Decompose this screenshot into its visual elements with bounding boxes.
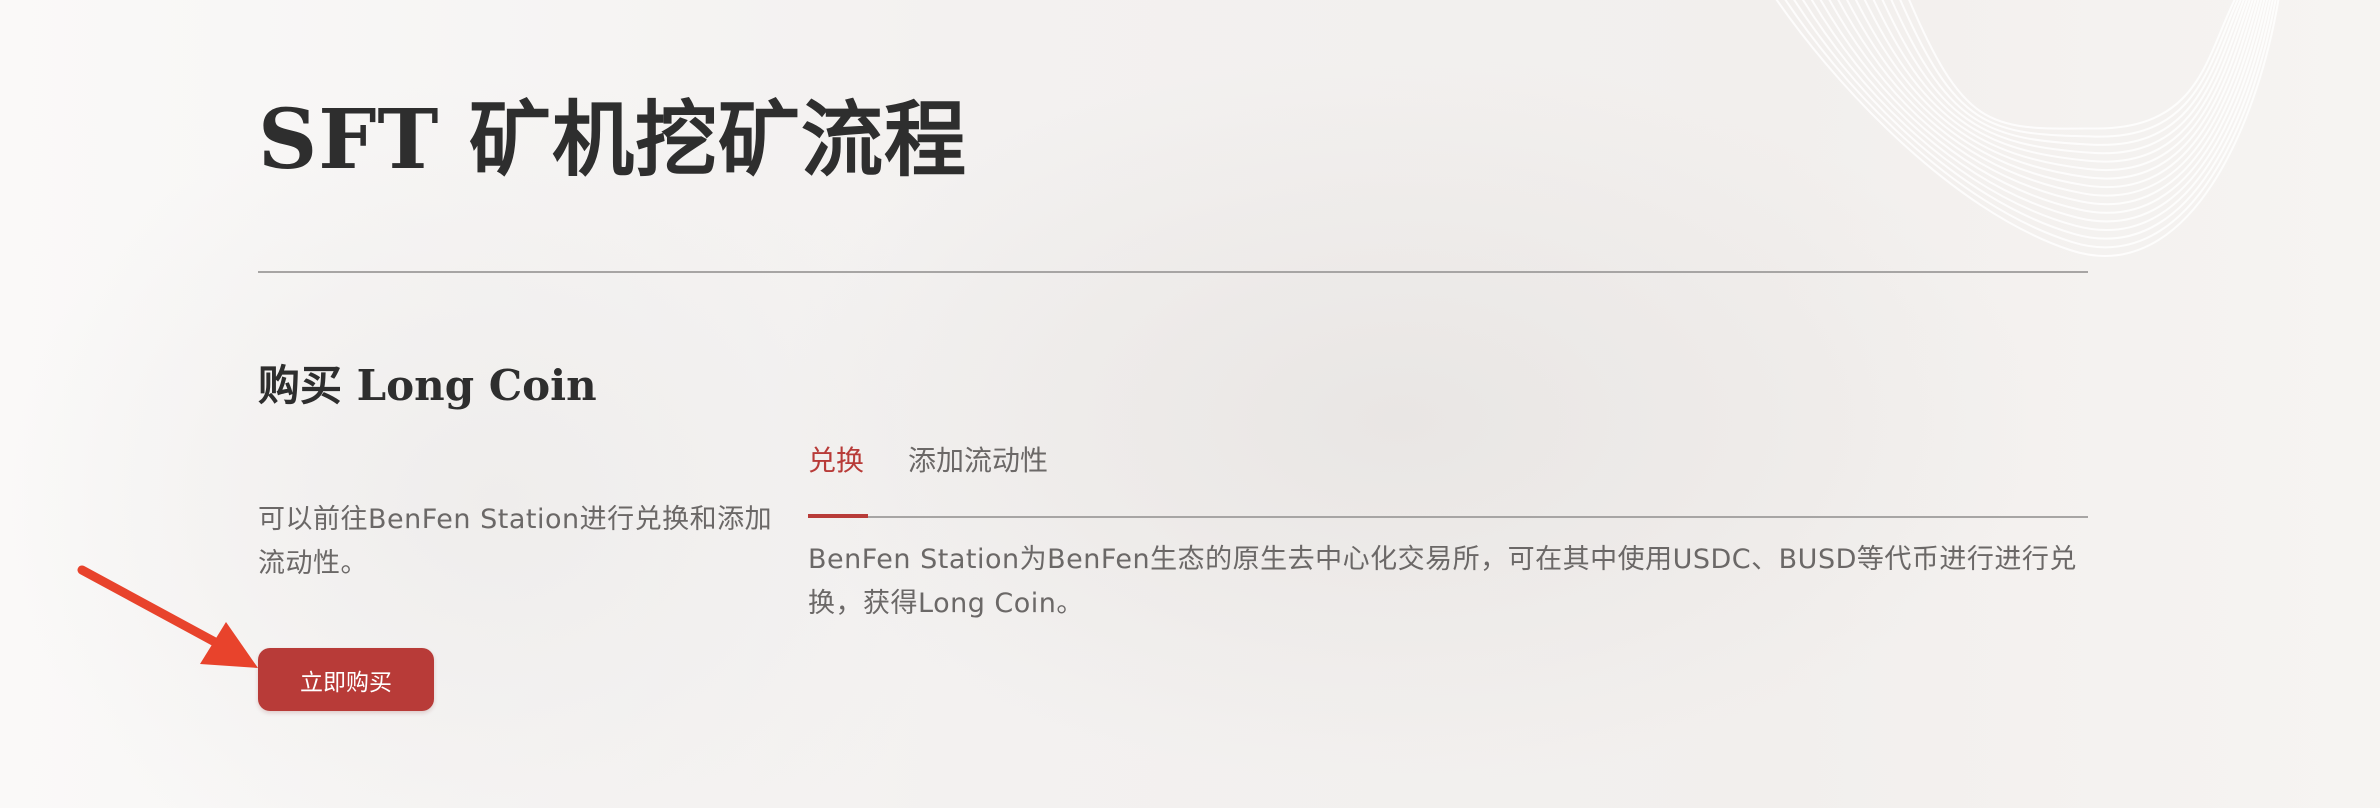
tab-divider [808,516,2088,518]
arrow-pointer-icon [77,565,258,668]
title-divider [258,271,2088,273]
tab-swap[interactable]: 兑换 [808,438,864,484]
active-tab-indicator [808,514,868,518]
section-title: 购买 Long Coin [258,361,597,410]
tab-content-text: BenFen Station为BenFen生态的原生去中心化交易所，可在其中使用… [808,544,2077,619]
wave-lines-decoration [1775,0,2280,257]
page-title: SFT 矿机挖矿流程 [258,92,968,188]
tab-add-liquidity[interactable]: 添加流动性 [908,438,1048,484]
section-description: 可以前往BenFen Station进行兑换和添加流动性。 [258,504,773,579]
buy-now-button[interactable]: 立即购买 [258,648,434,711]
